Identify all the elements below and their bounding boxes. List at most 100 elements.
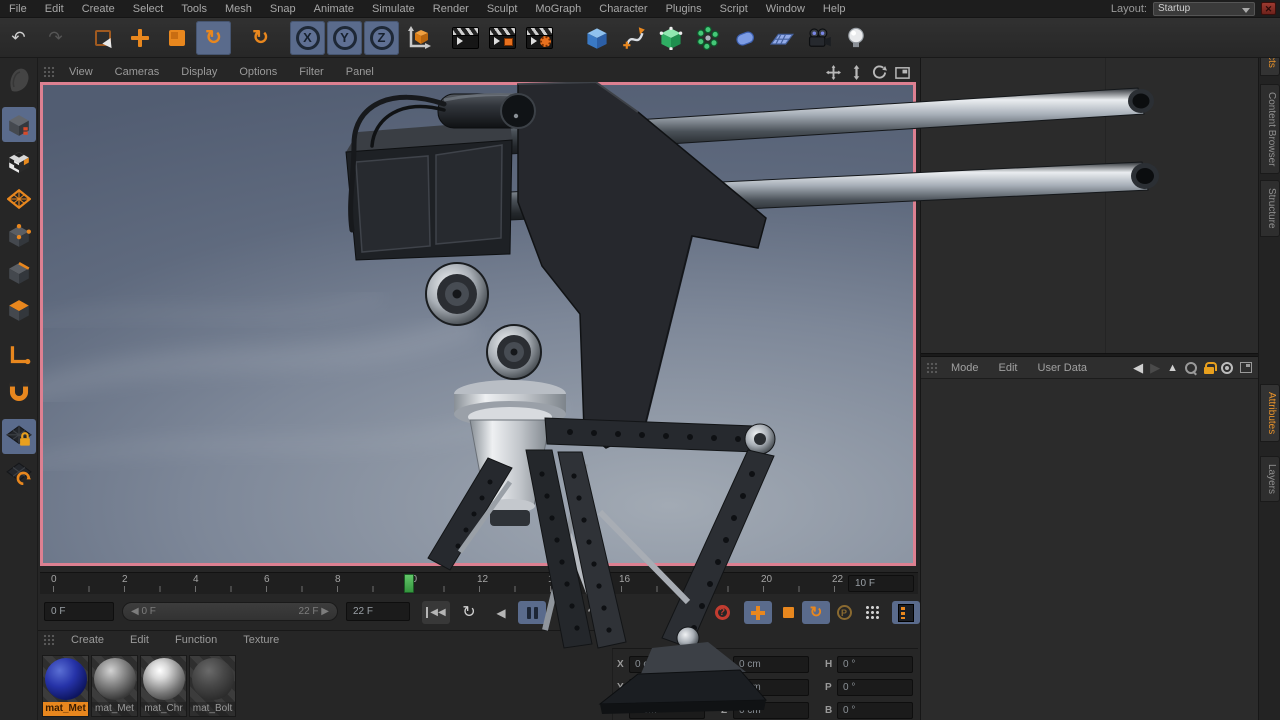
keyframe-selection-button[interactable] [892,601,920,624]
move-tool[interactable] [122,21,157,55]
rotation-b-field[interactable]: 0 ° [837,702,913,719]
undo-button[interactable]: ↶ [1,21,36,55]
start-frame-field[interactable]: 0 F [44,602,114,621]
add-subdivision-surface-button[interactable] [653,21,688,55]
menu-sculpt[interactable]: Sculpt [478,0,527,18]
size-x-field[interactable]: 0 cm [733,656,809,673]
menu-create[interactable]: Create [73,0,124,18]
autokey-help-button[interactable]: ? [708,601,736,624]
tab-attributes[interactable]: Attributes [1260,384,1280,442]
points-mode-button[interactable] [2,218,36,253]
lock-icon[interactable] [1204,362,1214,374]
menu-animate[interactable]: Animate [305,0,363,18]
add-spline-button[interactable] [616,21,651,55]
viewport-menu-view[interactable]: View [58,66,104,78]
viewport-menu-options[interactable]: Options [228,66,288,78]
timeline-playhead[interactable] [404,574,414,593]
add-cube-button[interactable] [579,21,614,55]
material-swatch[interactable]: mat_Met [42,655,89,717]
scale-tool[interactable] [159,21,194,55]
tab-layers[interactable]: Layers [1260,456,1280,502]
render-view-button[interactable] [448,21,483,55]
planar-workplane-button[interactable] [2,456,36,491]
rotation-p-field[interactable]: 0 ° [837,679,913,696]
snap-button[interactable] [2,374,36,409]
menu-mograph[interactable]: MoGraph [526,0,590,18]
pan-view-icon[interactable] [826,65,841,80]
object-manager-list[interactable]: + turret19 [921,40,1258,353]
viewport-menu-filter[interactable]: Filter [288,66,334,78]
material-menu-edit[interactable]: Edit [117,634,162,646]
material-menu-function[interactable]: Function [162,634,230,646]
material-swatch[interactable]: mat_Bolt [189,655,236,717]
make-editable-button[interactable] [2,62,36,97]
history-forward-icon[interactable]: ▶ [1150,360,1160,376]
frame-rate-field[interactable]: 10 F [848,575,914,592]
frame-range-slider[interactable]: ◀ 0 F 22 F ▶ [122,602,338,621]
menu-select[interactable]: Select [124,0,173,18]
parent-object-icon[interactable]: ▲ [1167,362,1178,374]
panel-grip-icon[interactable] [43,66,55,78]
lock-x-axis-button[interactable]: X [290,21,325,55]
polygons-mode-button[interactable] [2,292,36,327]
attribute-manager-body[interactable] [921,379,1258,710]
material-menu-texture[interactable]: Texture [230,634,292,646]
position-x-field[interactable]: 0 cm [629,656,705,673]
tab-content-browser[interactable]: Content Browser [1260,84,1280,174]
lock-y-axis-button[interactable]: Y [327,21,362,55]
attr-menu-edit[interactable]: Edit [989,362,1028,374]
redo-button[interactable]: ↷ [38,21,73,55]
add-floor-button[interactable] [764,21,799,55]
texture-mode-button[interactable] [2,144,36,179]
workplane-mode-button[interactable] [2,181,36,216]
add-camera-button[interactable] [801,21,836,55]
tab-structure[interactable]: Structure [1260,180,1280,237]
rotate-view-icon[interactable] [872,65,887,80]
previous-frame-button[interactable]: ◀ [487,601,515,624]
panel-grip-icon[interactable] [43,634,55,646]
viewport-menu-display[interactable]: Display [170,66,228,78]
play-forward-button[interactable]: ↷ [580,601,608,624]
menu-plugins[interactable]: Plugins [657,0,711,18]
key-scale-button[interactable] [774,601,802,624]
attr-menu-userdata[interactable]: User Data [1028,362,1098,374]
key-pla-button[interactable] [858,601,886,624]
layout-dropdown[interactable]: Startup [1153,2,1255,16]
viewport-3d[interactable] [40,82,916,566]
object-axis-mode-button[interactable] [2,337,36,372]
size-z-field[interactable]: 0 cm [733,702,809,719]
record-button[interactable] [676,601,704,624]
new-panel-icon[interactable] [1240,362,1252,373]
zoom-view-icon[interactable] [849,65,864,80]
close-layout-button[interactable]: ✕ [1261,2,1276,15]
attr-menu-mode[interactable]: Mode [941,362,989,374]
pause-button[interactable] [518,601,546,624]
rotate-tool[interactable]: ↻ [196,21,231,55]
viewport-menu-panel[interactable]: Panel [335,66,385,78]
size-y-field[interactable]: 0 cm [733,679,809,696]
menu-snap[interactable]: Snap [261,0,305,18]
key-rotation-button[interactable]: ↻ [802,601,830,624]
live-selection-tool[interactable] [85,21,120,55]
goto-start-button[interactable]: ◀◀ [422,601,450,624]
position-z-field[interactable]: 0 cm [629,702,705,719]
menu-render[interactable]: Render [424,0,478,18]
render-to-picture-viewer-button[interactable] [485,21,520,55]
viewport-menu-cameras[interactable]: Cameras [104,66,171,78]
search-icon[interactable] [1185,362,1197,374]
timeline-ruler[interactable]: 0 2 4 6 8 10 12 14 16 18 20 22 10 F [40,572,918,594]
menu-window[interactable]: Window [757,0,814,18]
menu-script[interactable]: Script [711,0,757,18]
menu-character[interactable]: Character [590,0,656,18]
coordinate-system-button[interactable] [401,21,436,55]
rotation-h-field[interactable]: 0 ° [837,656,913,673]
last-tool-rotate[interactable]: ↻ [243,21,278,55]
key-position-button[interactable] [744,601,772,624]
toggle-view-icon[interactable] [895,65,910,80]
key-parameter-button[interactable]: P [830,601,858,624]
menu-help[interactable]: Help [814,0,855,18]
menu-simulate[interactable]: Simulate [363,0,424,18]
menu-file[interactable]: File [0,0,36,18]
menu-mesh[interactable]: Mesh [216,0,261,18]
add-array-button[interactable] [690,21,725,55]
